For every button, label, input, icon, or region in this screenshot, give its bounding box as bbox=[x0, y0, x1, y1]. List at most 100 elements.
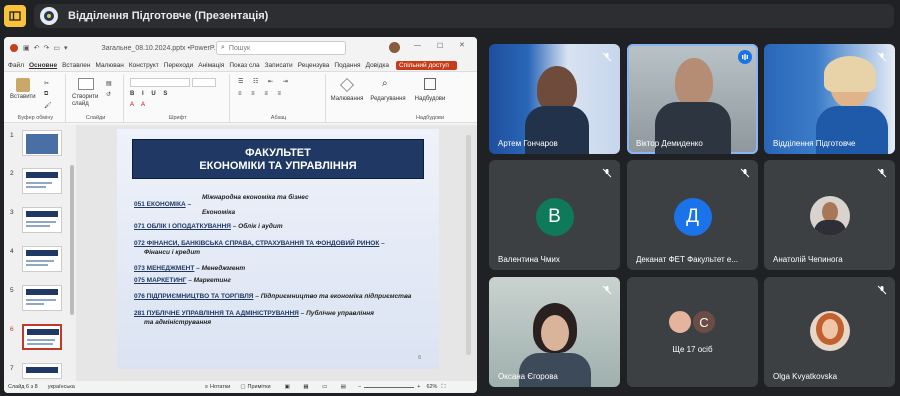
participant-tile[interactable]: Віктор Демиденко bbox=[627, 44, 758, 154]
find-icon[interactable]: ⌕ bbox=[382, 78, 388, 89]
slide-thumbnail-6[interactable] bbox=[22, 324, 62, 350]
search-placeholder: Пошук bbox=[228, 44, 251, 52]
more-participants-tile[interactable]: С Ще 17 осіб bbox=[627, 277, 758, 387]
search-box[interactable]: ⌕ Пошук bbox=[216, 41, 346, 55]
account-avatar[interactable] bbox=[389, 42, 400, 53]
format-painter-icon[interactable]: 🖌 bbox=[44, 102, 52, 109]
mic-muted-icon bbox=[875, 50, 889, 64]
paste-label[interactable]: Вставити bbox=[10, 94, 36, 100]
tab-home[interactable]: Основне bbox=[29, 62, 57, 69]
mic-muted-icon bbox=[875, 166, 889, 180]
thumb-number: 5 bbox=[10, 287, 14, 294]
slide-thumbnail-1[interactable] bbox=[22, 130, 62, 156]
tab-help[interactable]: Довідка bbox=[366, 62, 389, 69]
shapes-icon[interactable] bbox=[340, 78, 354, 92]
close-icon[interactable]: ✕ bbox=[459, 41, 465, 49]
mic-muted-icon bbox=[875, 283, 889, 297]
tab-draw[interactable]: Малюван bbox=[96, 62, 124, 69]
participant-tile[interactable]: Olga Kvyatkovska bbox=[764, 277, 895, 387]
notes-button[interactable]: Нотатки bbox=[210, 384, 230, 390]
mic-muted-icon bbox=[738, 166, 752, 180]
participant-tile[interactable]: Артем Гончаров bbox=[489, 44, 620, 154]
comments-button[interactable]: Примітки bbox=[248, 384, 271, 390]
addins-icon[interactable] bbox=[424, 78, 436, 90]
current-slide[interactable]: ФАКУЛЬТЕТ ЕКОНОМІКИ ТА УПРАВЛІННЯ 051 ЕК… bbox=[117, 129, 439, 369]
cut-icon[interactable]: ✂ bbox=[44, 80, 49, 87]
language[interactable]: українська bbox=[48, 384, 75, 390]
slide-thumbnail-7[interactable] bbox=[22, 363, 62, 379]
tab-view[interactable]: Подання bbox=[334, 62, 360, 69]
slide-title-box: ФАКУЛЬТЕТ ЕКОНОМІКИ ТА УПРАВЛІННЯ bbox=[132, 139, 424, 179]
tab-design[interactable]: Конструкт bbox=[129, 62, 159, 69]
paste-icon[interactable] bbox=[16, 78, 30, 92]
tab-record[interactable]: Записати bbox=[265, 62, 293, 69]
slide-item-051: 051 ЕКОНОМІКА – bbox=[134, 201, 192, 208]
save-icon[interactable]: ▣ bbox=[23, 44, 30, 52]
font-size-select[interactable] bbox=[192, 78, 216, 87]
drawing-label[interactable]: Малювання bbox=[328, 96, 366, 102]
slide-item-073: 073 МЕНЕДЖМЕНТ – Менеджмент bbox=[134, 265, 246, 272]
participant-tile[interactable]: Оксана Єгорова bbox=[489, 277, 620, 387]
tab-file[interactable]: Файл bbox=[8, 62, 24, 69]
thumb-number: 7 bbox=[10, 365, 14, 372]
zoom-level[interactable]: 62% bbox=[426, 384, 437, 390]
view-buttons[interactable]: ▣ ▦ ▭ ▤ bbox=[285, 384, 352, 390]
redo-icon[interactable]: ↷ bbox=[44, 44, 50, 52]
ribbon-tabs: Файл Основне Вставлен Малюван Конструкт … bbox=[4, 59, 477, 71]
status-bar: Слайд 6 з 8 українська ≡ Нотатки ▢ Примі… bbox=[4, 381, 477, 393]
undo-icon[interactable]: ↶ bbox=[34, 44, 40, 52]
editing-group: ⌕ Редагування bbox=[368, 74, 408, 122]
tab-transitions[interactable]: Переходи bbox=[164, 62, 193, 69]
layout-icon[interactable]: ▤ bbox=[106, 80, 112, 87]
slide-scrollbar[interactable] bbox=[466, 135, 471, 355]
zoom-slider[interactable] bbox=[364, 386, 415, 388]
zoom-out-icon[interactable]: − bbox=[358, 384, 361, 390]
new-slide-icon[interactable] bbox=[78, 78, 94, 90]
new-slide-label[interactable]: Створити слайд bbox=[72, 94, 102, 108]
participant-tile[interactable]: Відділення Підготовче bbox=[764, 44, 895, 154]
sidebar-toggle-button[interactable] bbox=[4, 5, 26, 27]
font-style-buttons[interactable]: B I U S bbox=[130, 91, 170, 97]
participant-tile[interactable]: Д Деканат ФЕТ Факультет е... bbox=[627, 160, 758, 270]
powerpoint-logo-icon bbox=[10, 44, 18, 52]
search-icon: ⌕ bbox=[221, 44, 225, 51]
slide-thumbnail-5[interactable] bbox=[22, 285, 62, 311]
participant-tile[interactable]: В Валентина Чмих bbox=[489, 160, 620, 270]
tab-review[interactable]: Рецензува bbox=[298, 62, 330, 69]
participant-mini-avatar-letter: С bbox=[691, 309, 717, 335]
tab-insert[interactable]: Вставлен bbox=[62, 62, 90, 69]
participant-tile[interactable]: Анатолій Чепинога bbox=[764, 160, 895, 270]
slide-thumbnail-3[interactable] bbox=[22, 207, 62, 233]
zoom-in-icon[interactable]: + bbox=[417, 384, 420, 390]
participant-mini-avatar bbox=[667, 309, 693, 335]
fit-slide-icon[interactable]: ⛶ bbox=[441, 384, 445, 391]
slide-title-line1: ФАКУЛЬТЕТ bbox=[245, 147, 311, 159]
maximize-icon[interactable]: ☐ bbox=[437, 42, 443, 50]
addins-button-label[interactable]: Надбудови bbox=[410, 96, 450, 102]
minimize-icon[interactable]: — bbox=[414, 42, 421, 49]
list-buttons[interactable]: ☰ ☷ ⇤ ⇥ bbox=[238, 78, 292, 85]
font-color-buttons[interactable]: A A bbox=[130, 102, 148, 108]
tab-animations[interactable]: Анімація bbox=[198, 62, 224, 69]
copy-icon[interactable]: ⧉ bbox=[44, 91, 48, 98]
editing-label[interactable]: Редагування bbox=[368, 96, 408, 102]
slide-thumbnails: 1 2 3 4 5 6 7 bbox=[4, 125, 76, 381]
slide-thumbnail-4[interactable] bbox=[22, 246, 62, 272]
chevron-down-icon[interactable]: ▾ bbox=[64, 44, 68, 52]
align-buttons[interactable]: ≡ ≡ ≡ ≡ bbox=[238, 91, 285, 97]
present-icon[interactable]: ▭ bbox=[53, 44, 60, 52]
participant-avatar: Д bbox=[673, 198, 712, 236]
paragraph-label: Абзац bbox=[270, 115, 287, 121]
share-button[interactable]: Спільний доступ bbox=[395, 60, 457, 70]
more-participants-label: Ще 17 осіб bbox=[672, 345, 713, 354]
addins-group: Надбудови Надбудови bbox=[410, 74, 450, 122]
slide-thumbnail-2[interactable] bbox=[22, 168, 62, 194]
ppt-title-bar: ▣ ↶ ↷ ▭ ▾ Загальне_08.10.2024.pptx • Pow… bbox=[4, 37, 477, 59]
slide-item-076: 076 ПІДПРИЄМНИЦТВО ТА ТОРГІВЛЯ – Підприє… bbox=[134, 293, 412, 300]
paragraph-group: ☰ ☷ ⇤ ⇥ ≡ ≡ ≡ ≡ Абзац bbox=[232, 74, 326, 122]
font-name-select[interactable] bbox=[130, 78, 190, 87]
thumbnail-scrollbar[interactable] bbox=[70, 165, 74, 315]
tab-slideshow[interactable]: Показ сла bbox=[229, 62, 259, 69]
slide-title-line2: ЕКОНОМІКИ ТА УПРАВЛІННЯ bbox=[199, 160, 357, 172]
reset-icon[interactable]: ↺ bbox=[106, 91, 111, 98]
